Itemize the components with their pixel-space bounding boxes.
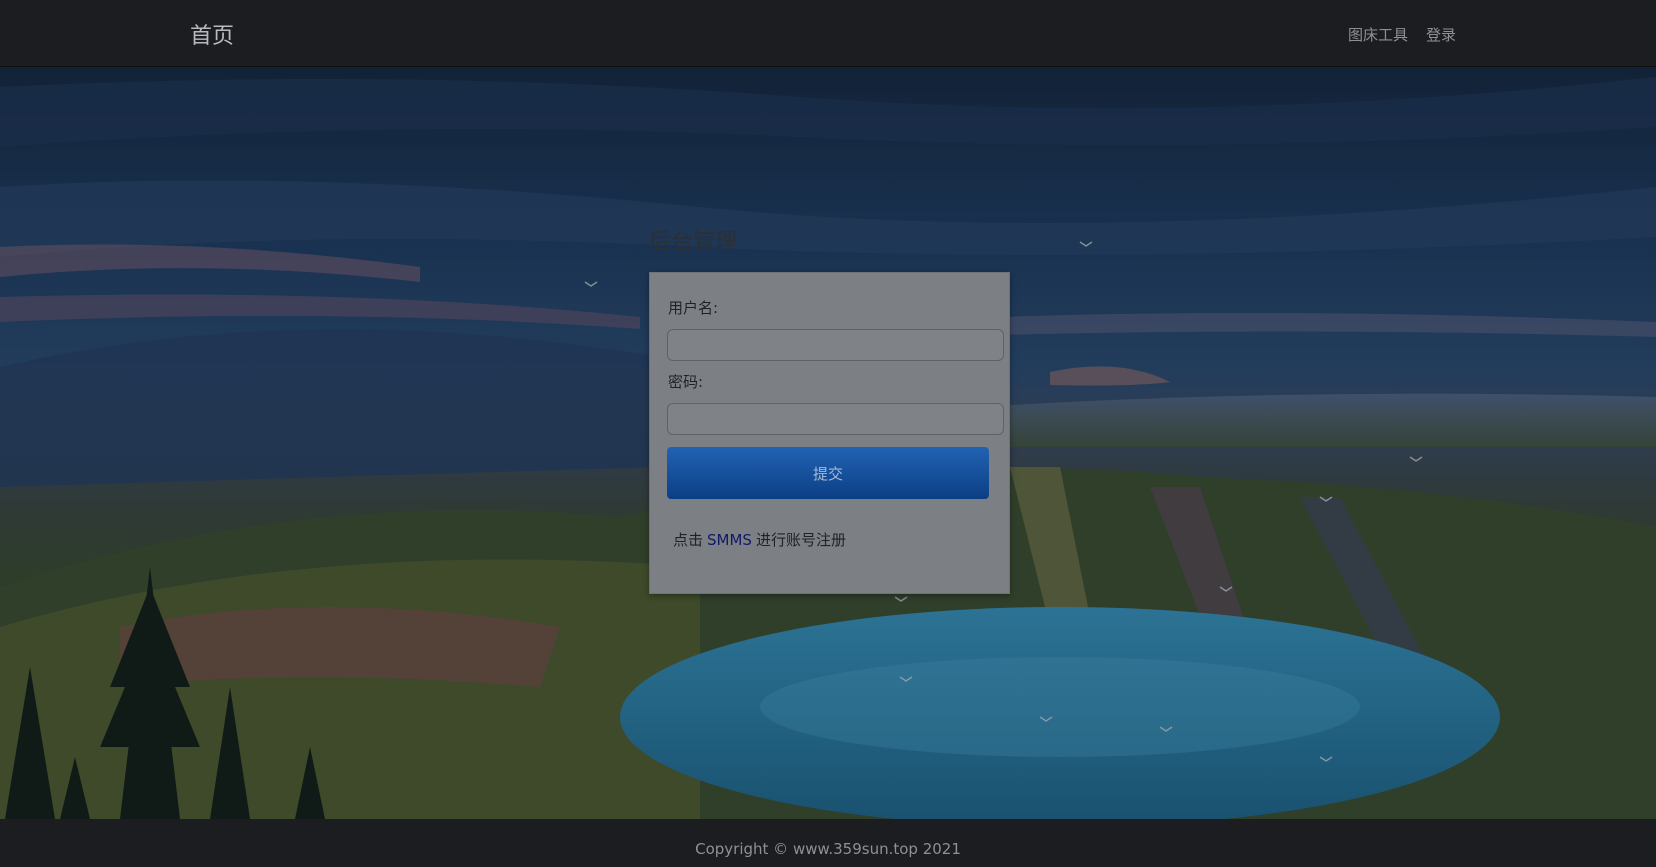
username-input[interactable] — [667, 329, 1004, 361]
login-link[interactable]: 登录 — [1426, 24, 1456, 45]
register-suffix: 进行账号注册 — [755, 531, 846, 549]
footer: Copyright © www.359sun.top 2021 — [0, 819, 1656, 867]
top-navbar: 首页 图床工具 登录 — [0, 0, 1656, 67]
smms-register-link[interactable]: SMMS — [707, 531, 752, 549]
submit-button[interactable]: 提交 — [667, 447, 989, 499]
register-hint: 点击 SMMS 进行账号注册 — [673, 529, 846, 550]
login-form: 用户名: 密码: 提交 点击 SMMS 进行账号注册 — [649, 272, 1010, 594]
password-input[interactable] — [667, 403, 1004, 435]
register-prefix: 点击 — [673, 531, 704, 549]
copyright-text: Copyright © www.359sun.top 2021 — [695, 840, 961, 858]
username-label: 用户名: — [668, 299, 719, 317]
page-title: 后台管理 — [649, 230, 738, 255]
image-host-tool-link[interactable]: 图床工具 — [1348, 24, 1408, 45]
home-link[interactable]: 首页 — [190, 18, 234, 50]
password-label: 密码: — [668, 373, 704, 391]
nav-menu: 图床工具 登录 — [1348, 24, 1456, 45]
